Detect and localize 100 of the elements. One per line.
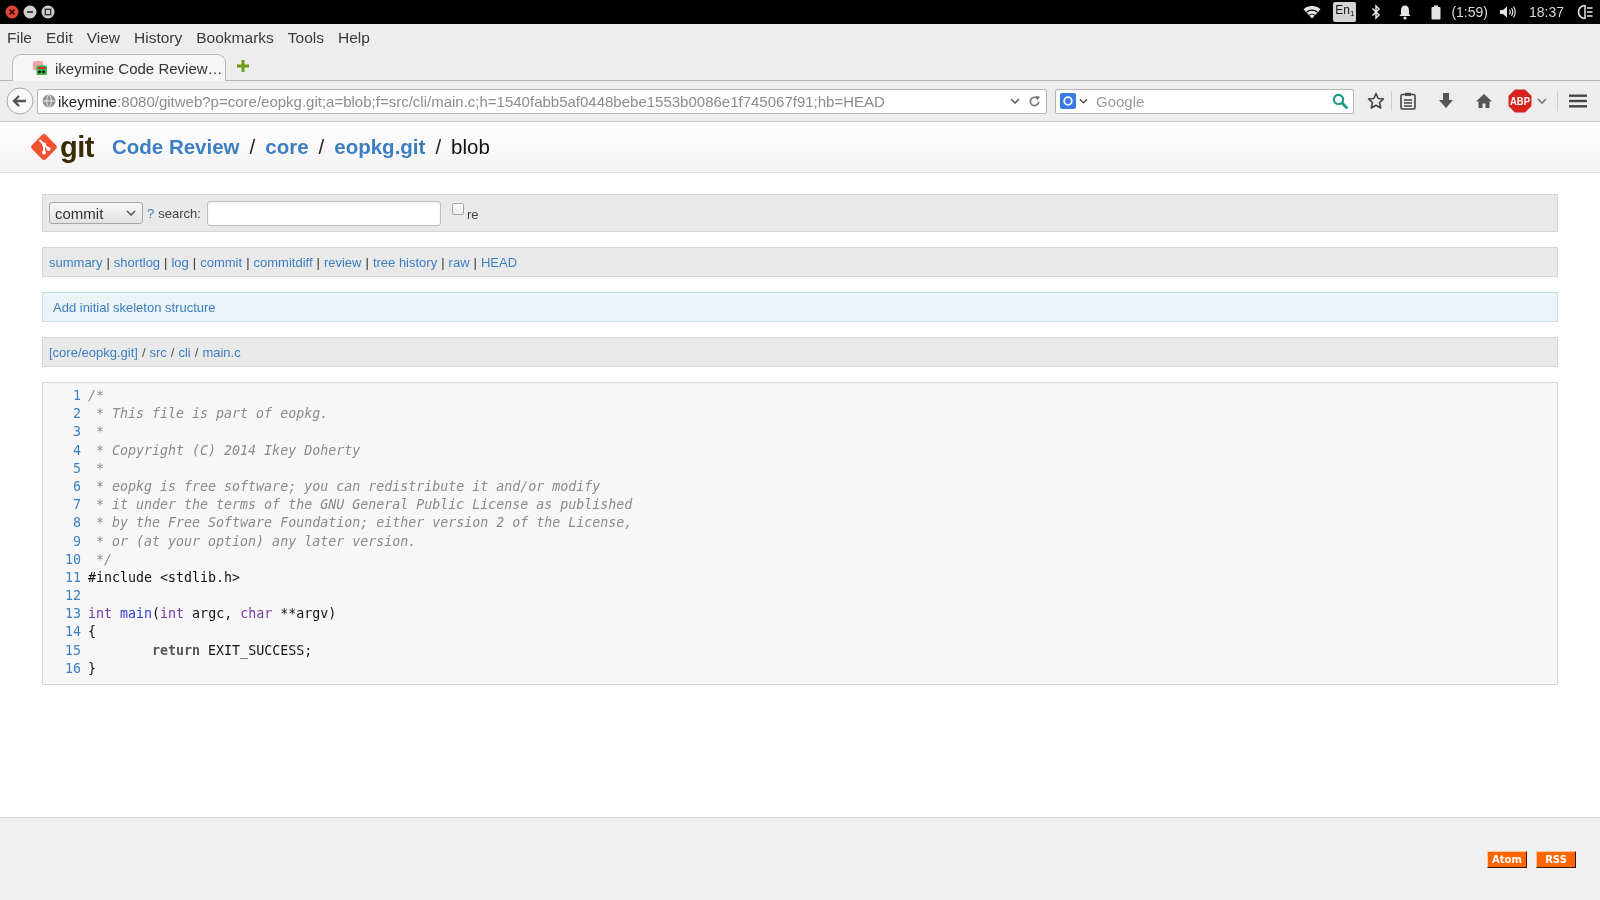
regex-checkbox[interactable] [451, 203, 464, 215]
link-separator: | [163, 254, 169, 270]
code-line: */ [95, 550, 113, 569]
nav-link[interactable]: shortlog [113, 254, 161, 270]
search-icon[interactable] [1332, 93, 1348, 109]
minimize-icon[interactable] [23, 5, 37, 19]
path-separator: / [193, 344, 200, 360]
code-line: } [88, 659, 96, 678]
nav-link[interactable]: review [323, 254, 362, 270]
menu-item[interactable]: Help [331, 29, 377, 47]
link-separator: | [105, 254, 111, 270]
menu-icon[interactable] [1569, 93, 1587, 109]
wifi-icon[interactable] [1303, 5, 1322, 19]
feed-button[interactable]: RSS [1536, 851, 1576, 868]
caret-icon[interactable] [1010, 98, 1020, 104]
link-separator: | [245, 254, 251, 270]
line-number: 2 [72, 405, 81, 424]
bluetooth-icon[interactable] [1371, 4, 1382, 20]
search-input[interactable] [206, 200, 441, 226]
path-link[interactable]: main.c [202, 344, 241, 360]
breadcrumb-separator: / [317, 135, 326, 159]
code-line: * or (at your option) any later version. [95, 532, 417, 551]
line-number: 8 [72, 514, 81, 533]
nav-link[interactable]: commitdiff [253, 254, 313, 270]
battery-icon[interactable] [1431, 4, 1442, 20]
caret-icon[interactable] [1537, 98, 1547, 104]
keyboard-layout-indicator[interactable]: En$_{1}$ [1333, 2, 1357, 22]
feed-button[interactable]: Atom [1487, 851, 1527, 868]
search-engine-icon[interactable] [1060, 93, 1076, 109]
breadcrumb-separator: / [434, 135, 443, 159]
menu-item[interactable]: Bookmarks [189, 29, 281, 47]
search-label: search: [158, 205, 201, 221]
link-separator: | [440, 254, 446, 270]
maximize-icon[interactable] [41, 5, 55, 19]
path-link[interactable]: [core/eopkg.git] [49, 344, 138, 360]
nav-link[interactable]: commit [200, 254, 243, 270]
download-icon[interactable] [1438, 92, 1454, 110]
session-icon[interactable] [1577, 4, 1593, 20]
home-icon[interactable] [1475, 93, 1493, 109]
volume-icon[interactable] [1498, 5, 1517, 19]
nav-link[interactable]: HEAD [480, 254, 518, 270]
breadcrumb-separator: / [248, 135, 257, 159]
link-separator: | [191, 254, 198, 270]
path-separator: / [140, 344, 147, 360]
menu-item[interactable]: File [0, 29, 39, 47]
favicon-icon [32, 60, 48, 76]
menu-item[interactable]: Tools [280, 29, 331, 47]
menu-item[interactable]: View [79, 29, 128, 47]
git-logo[interactable]: git [30, 132, 94, 162]
close-icon[interactable] [5, 5, 19, 19]
code-line: { [88, 623, 96, 642]
line-number: 16 [64, 659, 81, 678]
breadcrumb-current: blob [451, 135, 490, 159]
line-number: 15 [64, 641, 81, 660]
caret-icon[interactable] [1079, 98, 1088, 104]
code-line: * This file is part of eopkg. [95, 405, 329, 424]
code-line: return EXIT_SUCCESS; [151, 641, 313, 660]
line-number: 7 [72, 496, 81, 515]
nav-link[interactable]: raw [448, 254, 470, 270]
battery-time: (1:59) [1451, 4, 1488, 20]
code-line: * [95, 459, 104, 478]
line-number: 4 [72, 441, 81, 460]
path-separator: / [169, 344, 176, 360]
reload-icon[interactable] [1028, 94, 1041, 108]
line-number: 13 [64, 605, 81, 624]
code-line: * Copyright (C) 2014 Ikey Doherty [95, 441, 361, 460]
browser-tab[interactable]: ikeymine Code Review… [12, 54, 226, 81]
menu-item[interactable]: Edit [39, 29, 80, 47]
caret-icon[interactable] [126, 210, 136, 216]
line-number: 1 [72, 387, 81, 405]
breadcrumb-link[interactable]: eopkg.git [334, 135, 426, 159]
bell-icon[interactable] [1398, 4, 1413, 20]
commit-title-link[interactable]: Add initial skeleton structure [53, 299, 216, 315]
code-line: * [95, 423, 104, 442]
regex-label: re [466, 207, 479, 222]
address-field[interactable]: ikeymine:8080/gitweb?p=core/eopkg.git;a=blob;f=src/cli/main.c;h=1540fabb5af0448bebe1553b0086e1f745067f91;hb=HEAD [37, 88, 1047, 114]
nav-link[interactable]: tree history [372, 254, 438, 270]
adblock-icon[interactable]: ABP [1508, 89, 1532, 113]
breadcrumb-link[interactable]: Code Review [111, 135, 240, 159]
line-number: 6 [72, 477, 81, 496]
line-number: 3 [72, 423, 81, 442]
code-line: * by the Free Software Foundation; either version 2 of the License, [95, 514, 633, 533]
menu-item[interactable]: History [127, 29, 190, 47]
path-link[interactable]: src [149, 344, 167, 360]
new-tab-icon[interactable] [236, 59, 250, 73]
code-line: #include <stdlib.h> [88, 568, 241, 587]
line-number: 10 [64, 550, 81, 569]
star-icon[interactable] [1367, 92, 1385, 110]
breadcrumb-link[interactable]: core [265, 135, 309, 159]
nav-link[interactable]: summary [49, 254, 103, 270]
link-separator: | [315, 254, 321, 270]
clipboard-icon[interactable] [1400, 92, 1416, 110]
nav-link[interactable]: log [171, 254, 189, 270]
path-link[interactable]: cli [178, 344, 191, 360]
help-link[interactable]: ? [147, 205, 155, 221]
search-type-select[interactable]: commit [49, 202, 143, 224]
search-field[interactable]: Google [1055, 88, 1354, 114]
back-icon[interactable] [6, 87, 34, 115]
line-number: 11 [64, 568, 81, 587]
code-line: * it under the terms of the GNU General Public License as published [95, 496, 633, 515]
